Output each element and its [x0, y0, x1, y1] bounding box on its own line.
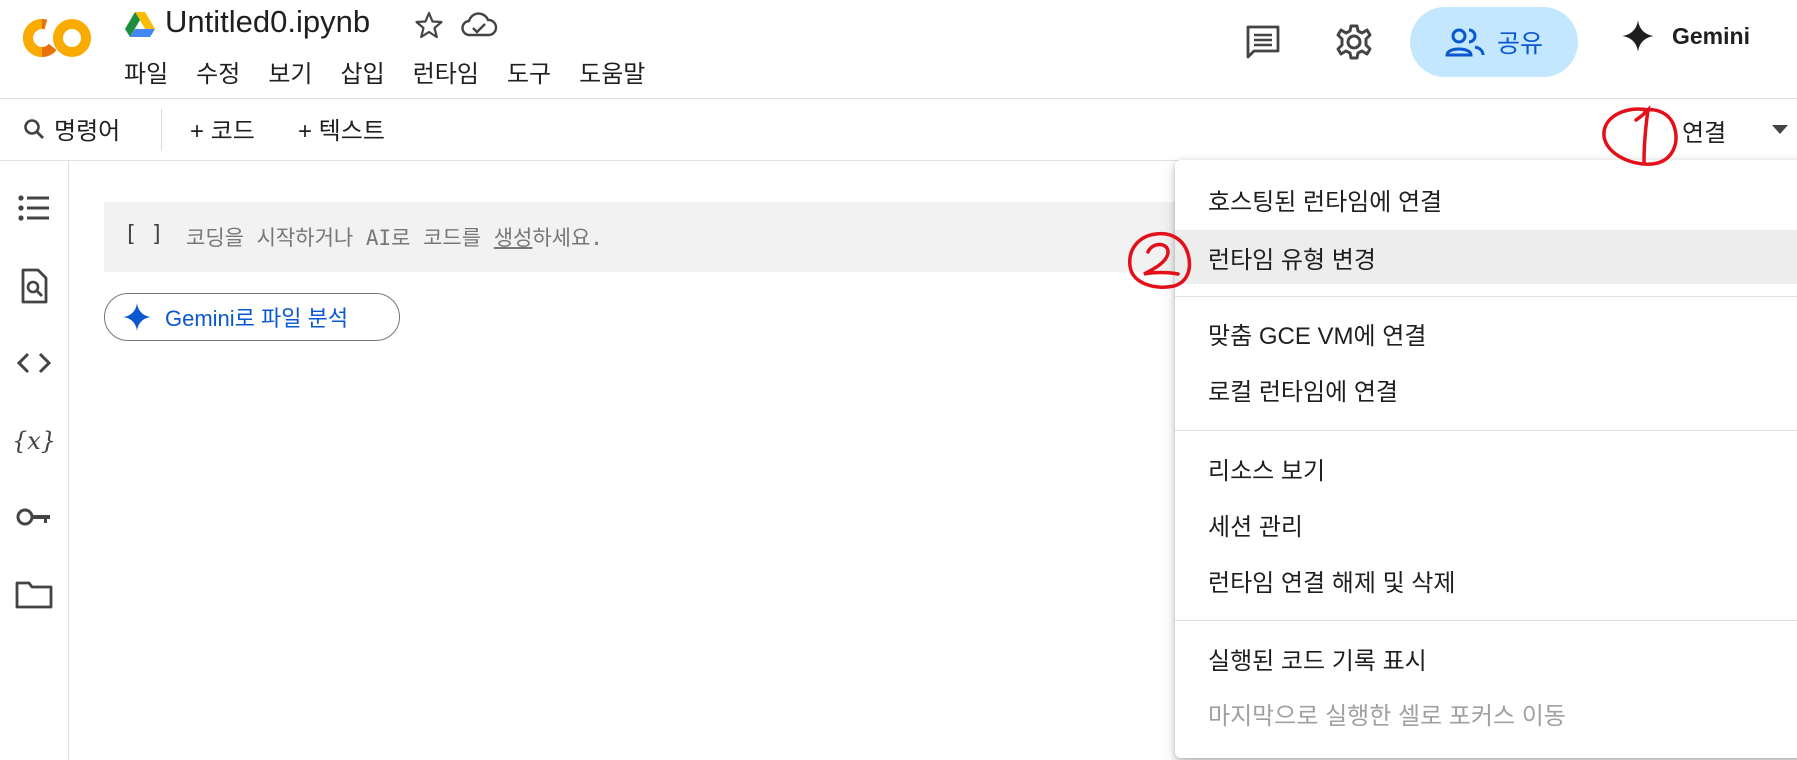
gemini-label: Gemini	[1672, 22, 1750, 49]
notebook-title[interactable]: Untitled0.ipynb	[165, 4, 370, 40]
menu-edit[interactable]: 수정	[196, 54, 240, 89]
menu-bar: 파일 수정 보기 삽입 런타임 도구 도움말	[124, 54, 673, 89]
secrets-key-icon[interactable]	[14, 497, 54, 537]
menu-item-focus-last-executed-cell: 마지막으로 실행한 셀로 포커스 이동	[1208, 702, 1566, 730]
star-icon[interactable]	[413, 9, 445, 41]
menu-help[interactable]: 도움말	[579, 54, 645, 89]
generate-link[interactable]: 생성	[494, 226, 533, 250]
placeholder-prefix: 코딩을 시작하거나 AI로 코드를	[186, 226, 494, 250]
menu-view[interactable]: 보기	[268, 54, 312, 89]
find-replace-icon[interactable]	[14, 266, 54, 306]
menu-item-connect-custom-gce-vm[interactable]: 맞춤 GCE VM에 연결	[1175, 306, 1797, 360]
cloud-saved-icon[interactable]	[460, 9, 498, 41]
menu-item-disconnect-delete-runtime[interactable]: 런타임 연결 해제 및 삭제	[1175, 553, 1797, 607]
menu-item-view-resources[interactable]: 리소스 보기	[1175, 441, 1797, 495]
files-folder-icon[interactable]	[14, 574, 54, 614]
connect-dropdown-menu: 호스팅된 런타임에 연결 런타임 유형 변경 맞춤 GCE VM에 연결 로컬 …	[1175, 160, 1797, 758]
menu-item-show-executed-code-history[interactable]: 실행된 코드 기록 표시	[1175, 631, 1797, 685]
gemini-analyze-files-button[interactable]: Gemini로 파일 분석	[104, 293, 400, 341]
gemini-analyze-label: Gemini로 파일 분석	[165, 306, 349, 331]
connect-dropdown-arrow-icon[interactable]	[1772, 125, 1788, 134]
gemini-sparkle-icon	[1622, 20, 1654, 52]
menu-divider	[1175, 620, 1797, 621]
code-snippets-icon[interactable]	[14, 343, 54, 383]
colab-logo[interactable]	[20, 12, 96, 64]
gemini-button[interactable]: Gemini	[1622, 20, 1750, 52]
menu-divider	[1175, 296, 1797, 297]
svg-text:{x}: {x}	[14, 427, 54, 455]
menu-item-connect-local-runtime[interactable]: 로컬 런타임에 연결	[1175, 362, 1797, 416]
comment-icon[interactable]	[1243, 22, 1283, 62]
cell-placeholder: 코딩을 시작하거나 AI로 코드를 생성하세요.	[186, 222, 603, 252]
share-label: 공유	[1496, 30, 1543, 58]
share-button[interactable]: 공유	[1410, 7, 1578, 77]
notebook-toolbar: 명령어 + 코드 + 텍스트 연결	[0, 99, 1797, 161]
menu-insert[interactable]: 삽입	[341, 54, 385, 89]
placeholder-suffix: 하세요.	[532, 226, 603, 250]
menu-item-manage-sessions[interactable]: 세션 관리	[1175, 497, 1797, 551]
google-drive-icon[interactable]	[125, 10, 155, 38]
left-sidebar: {x}	[0, 160, 69, 760]
people-icon	[1445, 28, 1485, 57]
menu-item-change-runtime-type[interactable]: 런타임 유형 변경	[1175, 230, 1797, 284]
run-cell-bracket[interactable]: [ ]	[124, 222, 164, 247]
variables-icon[interactable]: {x}	[14, 420, 54, 460]
menu-runtime[interactable]: 런타임	[413, 54, 479, 89]
menu-file[interactable]: 파일	[124, 54, 168, 89]
table-of-contents-icon[interactable]	[14, 188, 54, 228]
menu-divider	[1175, 430, 1797, 431]
settings-gear-icon[interactable]	[1334, 22, 1374, 62]
menu-item-connect-hosted-runtime[interactable]: 호스팅된 런타임에 연결	[1175, 172, 1797, 226]
gemini-sparkle-icon	[123, 303, 151, 331]
app-header: Untitled0.ipynb 파일 수정 보기 삽입 런타임 도구 도움말 공…	[0, 0, 1797, 99]
toolbar-divider	[161, 109, 162, 151]
empty-code-cell[interactable]: [ ] 코딩을 시작하거나 AI로 코드를 생성하세요.	[104, 202, 1214, 272]
add-text-button[interactable]: + 텍스트	[298, 111, 385, 146]
search-icon	[24, 118, 44, 139]
command-palette-button[interactable]: 명령어	[22, 111, 120, 146]
command-label: 명령어	[54, 118, 121, 145]
menu-tools[interactable]: 도구	[507, 54, 551, 89]
add-code-button[interactable]: + 코드	[190, 111, 255, 146]
connect-button[interactable]: 연결	[1682, 113, 1726, 148]
